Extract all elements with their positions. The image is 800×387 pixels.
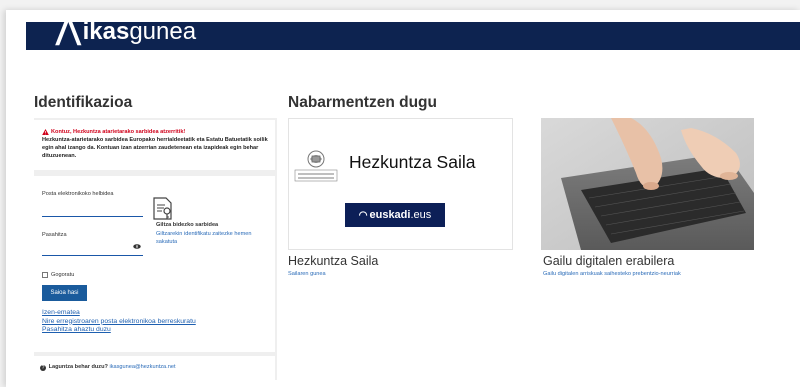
basque-government-logo bbox=[294, 150, 338, 182]
brand-mark-icon: ⋀ bbox=[56, 22, 81, 46]
key-access-title[interactable]: Giltza bidezko sarbidea bbox=[156, 222, 218, 228]
euskadi-badge-rest: .eus bbox=[410, 209, 432, 221]
euskadi-badge-bold: euskadi bbox=[369, 209, 411, 221]
laptop-photo-card[interactable] bbox=[541, 118, 754, 250]
forgot-password-link[interactable]: Pasahitza ahaztu duzu bbox=[42, 326, 196, 335]
help-email-link[interactable]: ikasgunea@hezkuntza.net bbox=[109, 364, 175, 370]
remember-label: Gogoratu bbox=[51, 272, 75, 278]
warning-body: Hezkuntza-atarietarako sarbidea Europako… bbox=[42, 137, 268, 159]
password-field[interactable] bbox=[42, 255, 143, 256]
hezkuntza-saila-logo-text: Hezkuntza Saila bbox=[349, 152, 476, 172]
login-button[interactable]: Saioa hasi bbox=[42, 285, 87, 301]
card-title-hezkuntza[interactable]: Hezkuntza Saila bbox=[288, 254, 378, 268]
euskadi-eus-badge: ◠ euskadi .eus bbox=[345, 203, 445, 227]
euskadi-mark-icon: ◠ bbox=[358, 209, 368, 221]
register-link[interactable]: Izen-ematea bbox=[42, 309, 196, 318]
header-bar: ⋀ ikasgunea bbox=[26, 22, 800, 50]
giltza-key-document-icon[interactable] bbox=[152, 197, 174, 221]
warning-triangle-icon bbox=[42, 129, 49, 135]
login-form: Posta elektronikoko helbidea Pasahitza G… bbox=[34, 176, 275, 352]
hezkuntza-saila-card[interactable]: Hezkuntza Saila ◠ euskadi .eus bbox=[288, 118, 513, 250]
card-subtitle-hezkuntza[interactable]: Sailaren gunea bbox=[288, 271, 326, 277]
help-question-icon: ? bbox=[40, 365, 46, 371]
email-field[interactable] bbox=[42, 216, 143, 217]
card-subtitle-gailu[interactable]: Gailu digitalen arriskuak saihesteko pre… bbox=[543, 271, 681, 277]
warning-title: Kontuz, Hezkuntza atarietarako sarbidea … bbox=[51, 129, 186, 135]
help-label: Laguntza behar duzu? bbox=[48, 364, 108, 370]
help-bar: ? Laguntza behar duzu? ikasgunea@hezkunt… bbox=[34, 356, 275, 380]
brand-logo[interactable]: ⋀ ikasgunea bbox=[56, 22, 196, 47]
account-links: Izen-ematea Nire erregistroaren posta el… bbox=[42, 309, 196, 335]
key-access-link[interactable]: Giltzarekin identifikatu zaitezke hemen … bbox=[156, 231, 266, 246]
show-password-eye-icon[interactable] bbox=[133, 244, 141, 249]
brand-name-bold: ikas bbox=[82, 22, 130, 45]
remember-checkbox[interactable] bbox=[42, 272, 48, 278]
recover-email-link[interactable]: Nire erregistroaren posta elektronikoa b… bbox=[42, 318, 196, 327]
laptop-typing-photo bbox=[541, 118, 754, 250]
card-title-gailu[interactable]: Gailu digitalen erabilera bbox=[543, 254, 674, 268]
brand-name-rest: gunea bbox=[129, 22, 197, 45]
foreign-access-warning: Kontuz, Hezkuntza atarietarako sarbidea … bbox=[34, 120, 275, 170]
login-heading: Identifikazioa bbox=[34, 94, 133, 111]
email-label: Posta elektronikoko helbidea bbox=[42, 191, 114, 197]
featured-heading: Nabarmentzen dugu bbox=[288, 94, 437, 111]
login-column: Kontuz, Hezkuntza atarietarako sarbidea … bbox=[34, 118, 277, 380]
password-label: Pasahitza bbox=[42, 232, 67, 238]
